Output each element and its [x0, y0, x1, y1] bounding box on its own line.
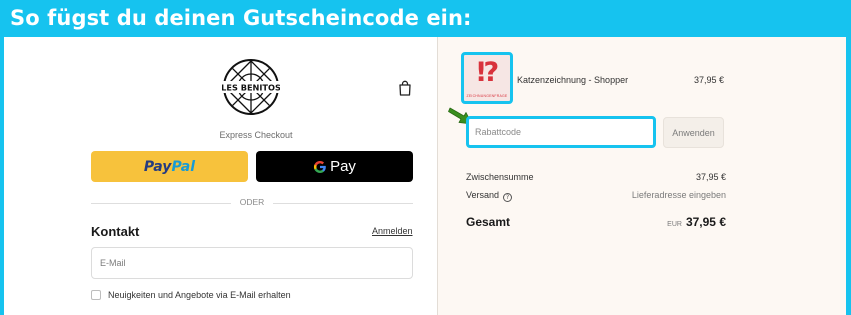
total-label: Gesamt [466, 215, 511, 229]
checkout-screenshot: LES BENITOS Express Checkout Pay Pal Pay … [4, 37, 846, 315]
product-price: 37,95 € [693, 75, 724, 85]
google-pay-label: Pay [330, 158, 356, 175]
newsletter-option[interactable]: Neuigkeiten und Angebote via E-Mail erha… [91, 290, 291, 300]
subtotal-value: 37,95 € [695, 172, 726, 182]
product-name: Katzenzeichnung - Shopper [517, 75, 629, 85]
total-value: 37,95 € [685, 215, 726, 229]
express-checkout-label: Express Checkout [219, 130, 293, 140]
checkout-form-pane: LES BENITOS Express Checkout Pay Pal Pay … [4, 37, 436, 315]
shipping-value: Lieferadresse eingeben [631, 190, 726, 200]
paypal-button[interactable]: Pay Pal [91, 151, 248, 182]
oder-divider: ODER [91, 197, 413, 209]
discount-code-input[interactable] [466, 116, 656, 148]
product-thumbnail-mark: ⁉ [476, 57, 499, 88]
apply-discount-button[interactable]: Anwenden [663, 117, 724, 148]
google-pay-button[interactable]: Pay [256, 151, 413, 182]
newsletter-label: Neuigkeiten und Angebote via E-Mail erha… [108, 290, 291, 300]
oder-text: ODER [239, 197, 265, 207]
contact-heading: Kontakt [91, 224, 140, 239]
total-row: Gesamt EUR 37,95 € [466, 215, 726, 229]
subtotal-row: Zwischensumme 37,95 € [466, 172, 726, 182]
google-g-icon [313, 160, 326, 173]
shopping-bag-icon[interactable] [398, 80, 412, 96]
divider-line-right [273, 203, 413, 204]
email-field[interactable] [91, 247, 413, 279]
brand-logo[interactable]: LES BENITOS [222, 58, 280, 116]
paypal-logo-pal: Pal [171, 158, 196, 175]
subtotal-label: Zwischensumme [466, 172, 534, 182]
total-amount-group: EUR 37,95 € [667, 215, 726, 229]
newsletter-checkbox[interactable] [91, 290, 101, 300]
product-thumbnail: ⁉ ZEICHNUNGENFRAGE [461, 52, 513, 104]
info-icon[interactable]: ? [503, 193, 513, 202]
paypal-logo-pay: Pay [143, 158, 172, 175]
total-currency: EUR [667, 221, 682, 228]
banner-title: So fügst du deinen Gutscheincode ein: [10, 6, 472, 30]
product-thumbnail-caption: ZEICHNUNGENFRAGE [466, 94, 508, 98]
brand-wordmark: LES BENITOS [222, 82, 280, 92]
shipping-row: Versand? Lieferadresse eingeben [466, 190, 726, 202]
order-summary-pane: ⁉ ZEICHNUNGENFRAGE Katzenzeichnung - Sho… [437, 37, 846, 315]
login-link[interactable]: Anmelden [372, 226, 413, 236]
shipping-label: Versand [466, 190, 500, 200]
